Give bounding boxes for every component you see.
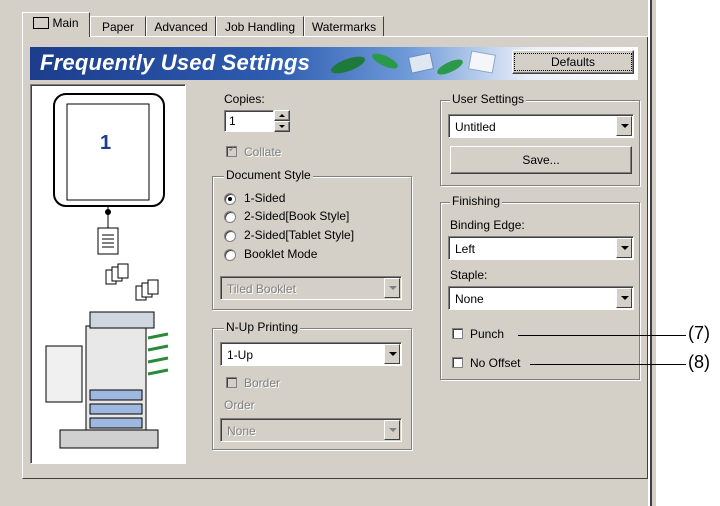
tab-job-handling-label: Job Handling [224,20,296,34]
radio-2-sided-tablet[interactable] [224,230,236,242]
radio-2-sided-book-label: 2-Sided[Book Style] [244,209,350,223]
order-label: Order [224,398,255,412]
collate-checkbox[interactable] [226,144,237,157]
tab-paper-label: Paper [101,20,135,34]
tab-watermarks-label: Watermarks [311,20,377,34]
staple-select[interactable]: None [448,286,634,310]
callout-line-no-offset [530,364,686,365]
order-select-value: None [227,424,256,438]
tab-advanced[interactable]: Advanced [146,16,216,36]
copies-label: Copies: [224,92,265,106]
spin-down-icon [279,125,285,128]
preview-page-number: 1 [100,132,112,154]
order-select[interactable]: None [220,418,402,442]
save-button[interactable]: Save... [450,146,632,174]
defaults-button[interactable]: Defaults [512,50,634,74]
chevron-down-icon [616,238,632,258]
chevron-down-icon [384,420,400,440]
radio-2-sided-book[interactable] [224,211,236,223]
callout-no-offset: (8) [688,352,710,372]
radio-1-sided[interactable] [224,193,236,205]
copies-value: 1 [229,114,236,128]
border-checkbox[interactable] [226,377,237,388]
binding-edge-select[interactable]: Left [448,236,634,260]
tab-advanced-label: Advanced [154,20,208,34]
staple-label: Staple: [450,268,488,282]
chevron-down-icon [384,344,400,364]
printer-icon [33,16,50,29]
punch-checkbox[interactable] [452,328,463,339]
document-style-label: Document Style [224,168,313,182]
page-title: Frequently Used Settings [40,50,311,75]
callout-line-punch [518,335,686,336]
tab-job-handling[interactable]: Job Handling [216,16,304,36]
window-edge-shadow [650,0,652,506]
save-button-label: Save... [522,153,560,167]
binding-edge-label: Binding Edge: [450,218,525,232]
punch-label: Punch [470,327,505,341]
copies-up-button[interactable] [274,110,290,121]
radio-booklet-mode[interactable] [224,249,236,261]
tab-paper[interactable]: Paper [90,16,146,36]
no-offset-label: No Offset [470,356,521,370]
radio-2-sided-tablet-label: 2-Sided[Tablet Style] [244,228,355,242]
defaults-button-label: Defaults [513,53,633,71]
chevron-down-icon [616,116,632,136]
tab-watermarks[interactable]: Watermarks [304,16,384,36]
user-settings-select[interactable]: Untitled [448,114,634,138]
finishing-label: Finishing [450,194,503,208]
tab-main[interactable]: Main [22,12,90,37]
border-label: Border [244,376,281,390]
user-settings-label: User Settings [450,92,527,106]
staple-value: None [455,292,484,306]
collate-label: Collate [244,145,282,159]
copies-input[interactable]: 1 [224,110,274,132]
chevron-down-icon [616,288,632,308]
no-offset-checkbox[interactable] [452,357,463,368]
copies-down-button[interactable] [274,121,290,132]
booklet-select[interactable]: Tiled Booklet [220,276,402,300]
radio-1-sided-label: 1-Sided [244,191,286,205]
chevron-down-icon [384,278,400,298]
radio-booklet-mode-label: Booklet Mode [244,247,318,261]
spin-up-icon [279,114,285,117]
booklet-select-value: Tiled Booklet [227,282,296,296]
user-settings-value: Untitled [455,120,496,134]
nup-printing-label: N-Up Printing [224,320,301,334]
binding-edge-value: Left [455,242,476,256]
tab-main-label: Main [52,16,79,30]
nup-select-value: 1-Up [227,348,254,362]
nup-select[interactable]: 1-Up [220,342,402,366]
callout-punch: (7) [688,323,710,343]
